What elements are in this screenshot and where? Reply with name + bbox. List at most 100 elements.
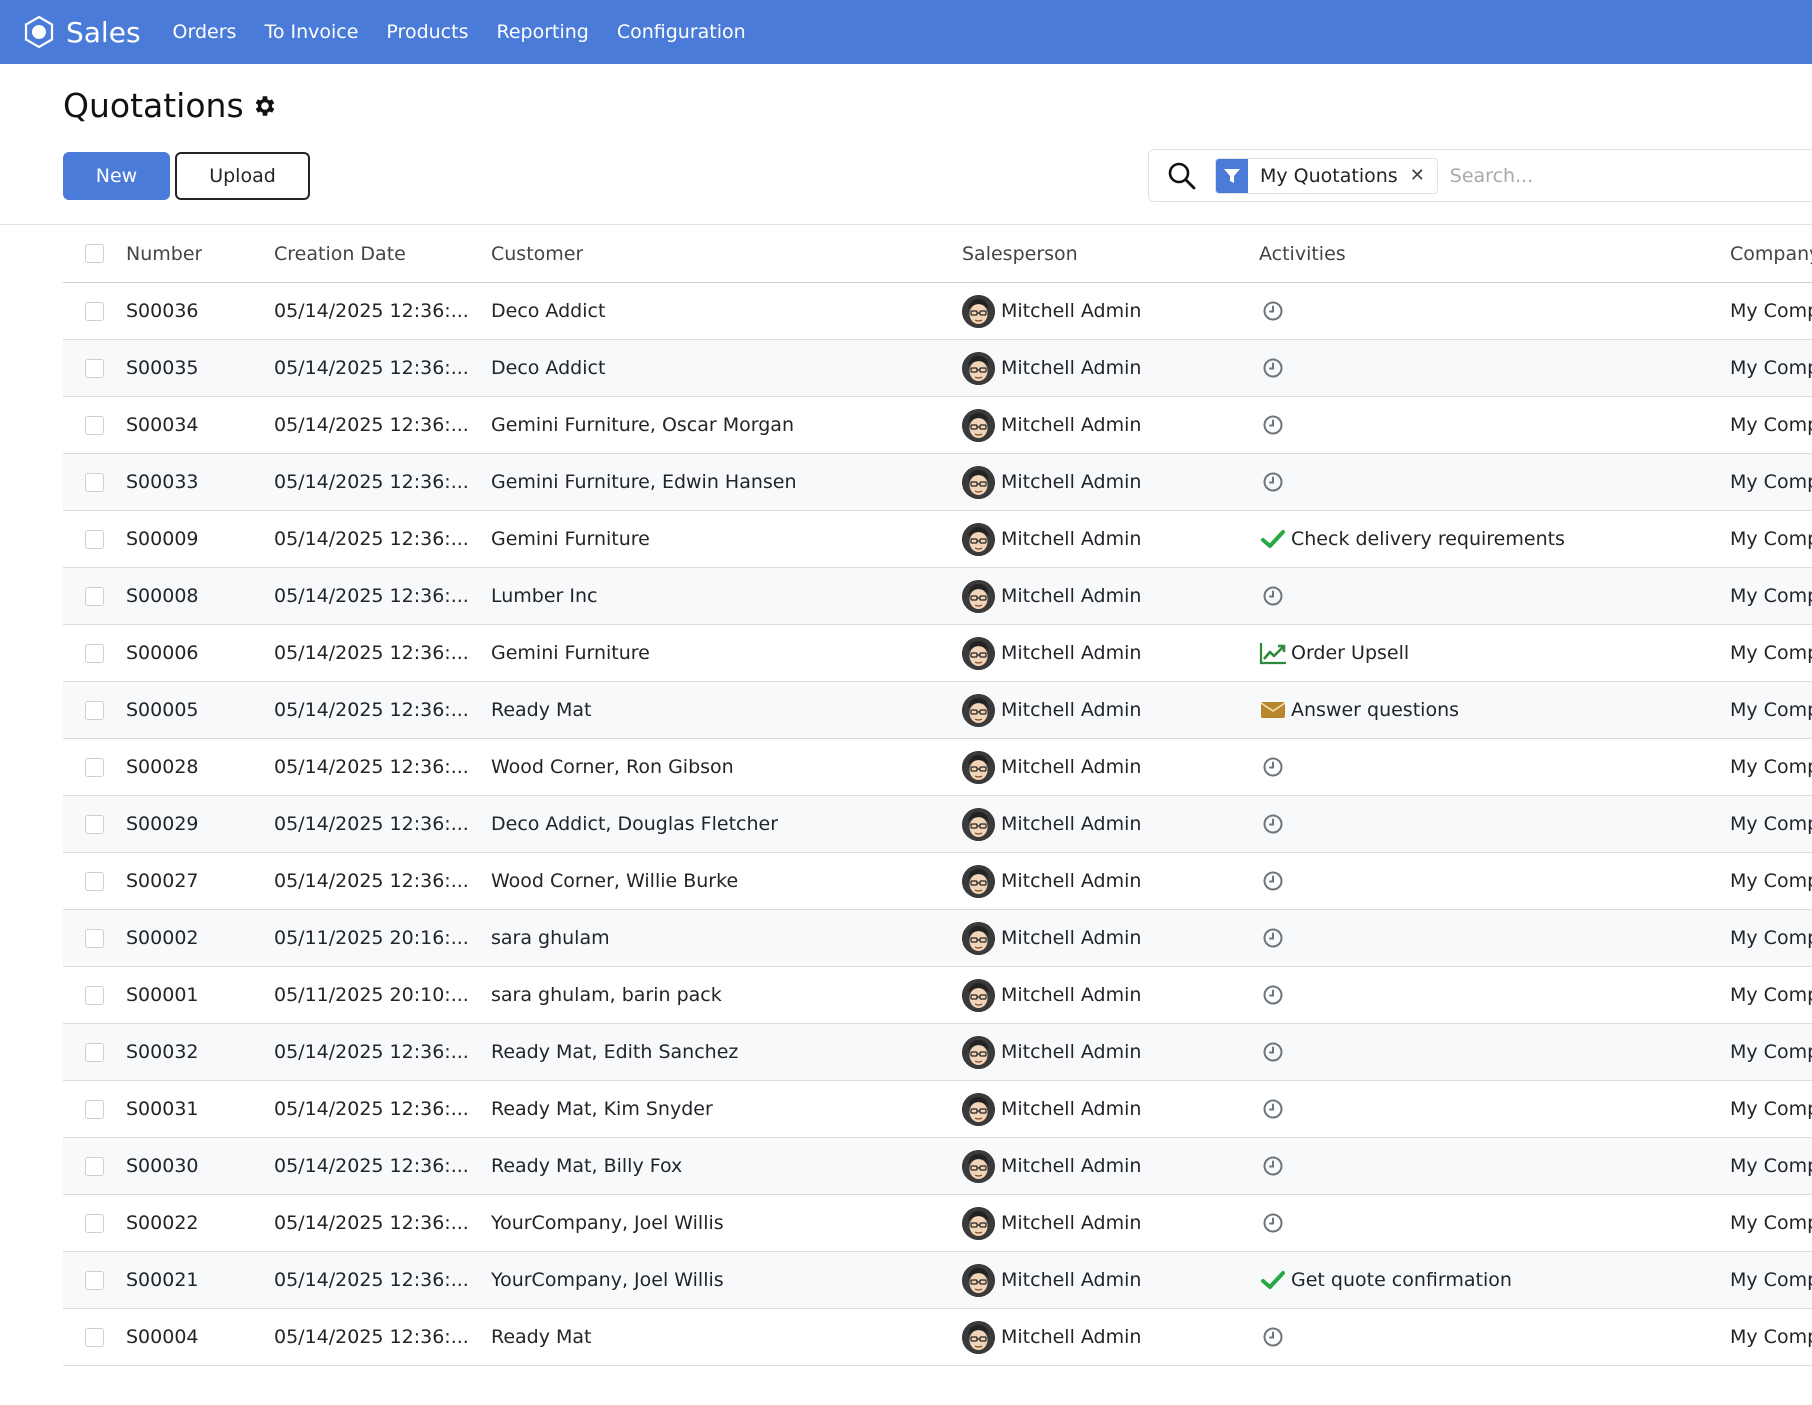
- table-row-s00002[interactable]: S00002 05/11/2025 20:16:... sara ghulam …: [63, 910, 1812, 967]
- row-checkbox[interactable]: [85, 301, 104, 321]
- header-activities[interactable]: Activities: [1259, 225, 1346, 282]
- row-checkbox[interactable]: [85, 814, 104, 834]
- row-checkbox[interactable]: [85, 358, 104, 378]
- row-activities[interactable]: Get quote confirmation: [1259, 1252, 1512, 1308]
- table-row-s00009[interactable]: S00009 05/14/2025 12:36:... Gemini Furni…: [63, 511, 1812, 568]
- clock-icon[interactable]: [1259, 867, 1287, 895]
- row-checkbox[interactable]: [85, 1099, 104, 1119]
- row-checkbox[interactable]: [85, 586, 104, 606]
- table-row-s00001[interactable]: S00001 05/11/2025 20:10:... sara ghulam,…: [63, 967, 1812, 1024]
- clock-icon[interactable]: [1259, 810, 1287, 838]
- row-checkbox[interactable]: [85, 529, 104, 549]
- sales-app-icon[interactable]: [22, 15, 56, 49]
- row-activities[interactable]: [1259, 739, 1291, 795]
- clock-icon[interactable]: [1259, 1323, 1287, 1351]
- table-row-s00035[interactable]: S00035 05/14/2025 12:36:... Deco Addict …: [63, 340, 1812, 397]
- table-row-s00034[interactable]: S00034 05/14/2025 12:36:... Gemini Furni…: [63, 397, 1812, 454]
- table-row-s00030[interactable]: S00030 05/14/2025 12:36:... Ready Mat, B…: [63, 1138, 1812, 1195]
- clock-icon[interactable]: [1259, 297, 1287, 325]
- table-row-s00031[interactable]: S00031 05/14/2025 12:36:... Ready Mat, K…: [63, 1081, 1812, 1138]
- clock-icon[interactable]: [1259, 411, 1287, 439]
- row-checkbox[interactable]: [85, 757, 104, 777]
- clock-icon[interactable]: [1259, 354, 1287, 382]
- clock-icon[interactable]: [1259, 753, 1287, 781]
- envelope-icon[interactable]: [1259, 696, 1287, 724]
- table-row-s00028[interactable]: S00028 05/14/2025 12:36:... Wood Corner,…: [63, 739, 1812, 796]
- header-salesperson[interactable]: Salesperson: [962, 225, 1078, 282]
- row-checkbox[interactable]: [85, 871, 104, 891]
- table-row-s00004[interactable]: S00004 05/14/2025 12:36:... Ready Mat Mi…: [63, 1309, 1812, 1366]
- row-checkbox[interactable]: [85, 1042, 104, 1062]
- clock-icon[interactable]: [1259, 1038, 1287, 1066]
- check-icon[interactable]: [1259, 525, 1287, 553]
- header-company[interactable]: Company: [1730, 225, 1812, 282]
- row-activities[interactable]: [1259, 283, 1291, 339]
- nav-item-orders[interactable]: Orders: [173, 21, 237, 43]
- row-salesperson: Mitchell Admin: [962, 397, 1141, 453]
- row-activities[interactable]: Answer questions: [1259, 682, 1459, 738]
- header-customer[interactable]: Customer: [491, 225, 583, 282]
- nav-item-products[interactable]: Products: [386, 21, 468, 43]
- row-checkbox[interactable]: [85, 472, 104, 492]
- table-row-s00027[interactable]: S00027 05/14/2025 12:36:... Wood Corner,…: [63, 853, 1812, 910]
- row-activities[interactable]: [1259, 1309, 1291, 1365]
- table-row-s00005[interactable]: S00005 05/14/2025 12:36:... Ready Mat Mi…: [63, 682, 1812, 739]
- table-row-s00033[interactable]: S00033 05/14/2025 12:36:... Gemini Furni…: [63, 454, 1812, 511]
- row-activities[interactable]: [1259, 1081, 1291, 1137]
- row-checkbox[interactable]: [85, 643, 104, 663]
- header-number[interactable]: Number: [126, 225, 202, 282]
- clock-icon[interactable]: [1259, 1095, 1287, 1123]
- row-customer: Ready Mat, Billy Fox: [491, 1155, 683, 1177]
- clock-icon[interactable]: [1259, 468, 1287, 496]
- row-checkbox[interactable]: [85, 1156, 104, 1176]
- search-icon[interactable]: [1165, 159, 1199, 193]
- nav-item-to-invoice[interactable]: To Invoice: [264, 21, 358, 43]
- table-row-s00006[interactable]: S00006 05/14/2025 12:36:... Gemini Furni…: [63, 625, 1812, 682]
- app-name[interactable]: Sales: [66, 16, 141, 49]
- row-activities[interactable]: [1259, 1195, 1291, 1251]
- check-icon[interactable]: [1259, 1266, 1287, 1294]
- row-activities[interactable]: [1259, 568, 1291, 624]
- row-checkbox[interactable]: [85, 928, 104, 948]
- clock-icon[interactable]: [1259, 1209, 1287, 1237]
- table-row-s00008[interactable]: S00008 05/14/2025 12:36:... Lumber Inc M…: [63, 568, 1812, 625]
- row-activities[interactable]: [1259, 397, 1291, 453]
- row-checkbox[interactable]: [85, 415, 104, 435]
- row-activities[interactable]: [1259, 1138, 1291, 1194]
- table-row-s00036[interactable]: S00036 05/14/2025 12:36:... Deco Addict …: [63, 283, 1812, 340]
- nav-item-reporting[interactable]: Reporting: [496, 21, 588, 43]
- gear-icon[interactable]: [252, 93, 278, 119]
- new-button[interactable]: New: [63, 152, 170, 200]
- upload-button[interactable]: Upload: [175, 152, 310, 200]
- header-creation-date[interactable]: Creation Date: [274, 225, 474, 282]
- clock-icon[interactable]: [1259, 582, 1287, 610]
- row-activities[interactable]: Order Upsell: [1259, 625, 1409, 681]
- table-row-s00022[interactable]: S00022 05/14/2025 12:36:... YourCompany,…: [63, 1195, 1812, 1252]
- close-icon[interactable]: ✕: [1410, 165, 1437, 186]
- search-input[interactable]: [1449, 164, 1650, 187]
- row-activities[interactable]: [1259, 340, 1291, 396]
- row-activities[interactable]: [1259, 910, 1291, 966]
- table-row-s00032[interactable]: S00032 05/14/2025 12:36:... Ready Mat, E…: [63, 1024, 1812, 1081]
- row-checkbox[interactable]: [85, 1327, 104, 1347]
- row-checkbox[interactable]: [85, 700, 104, 720]
- clock-icon[interactable]: [1259, 924, 1287, 952]
- select-all-checkbox[interactable]: [85, 244, 104, 263]
- row-activities[interactable]: [1259, 967, 1291, 1023]
- row-creation-date: 05/11/2025 20:16:...: [274, 927, 469, 949]
- row-activities[interactable]: [1259, 454, 1291, 510]
- clock-icon[interactable]: [1259, 981, 1287, 1009]
- row-checkbox[interactable]: [85, 1270, 104, 1290]
- row-checkbox[interactable]: [85, 1213, 104, 1233]
- clock-icon[interactable]: [1259, 1152, 1287, 1180]
- chart-line-icon[interactable]: [1259, 639, 1287, 667]
- row-checkbox[interactable]: [85, 985, 104, 1005]
- row-activities[interactable]: Check delivery requirements: [1259, 511, 1565, 567]
- table-row-s00029[interactable]: S00029 05/14/2025 12:36:... Deco Addict,…: [63, 796, 1812, 853]
- nav-item-configuration[interactable]: Configuration: [617, 21, 746, 43]
- row-activities[interactable]: [1259, 1024, 1291, 1080]
- table-row-s00021[interactable]: S00021 05/14/2025 12:36:... YourCompany,…: [63, 1252, 1812, 1309]
- row-activities[interactable]: [1259, 796, 1291, 852]
- search-bar[interactable]: My Quotations ✕: [1148, 149, 1812, 202]
- row-activities[interactable]: [1259, 853, 1291, 909]
